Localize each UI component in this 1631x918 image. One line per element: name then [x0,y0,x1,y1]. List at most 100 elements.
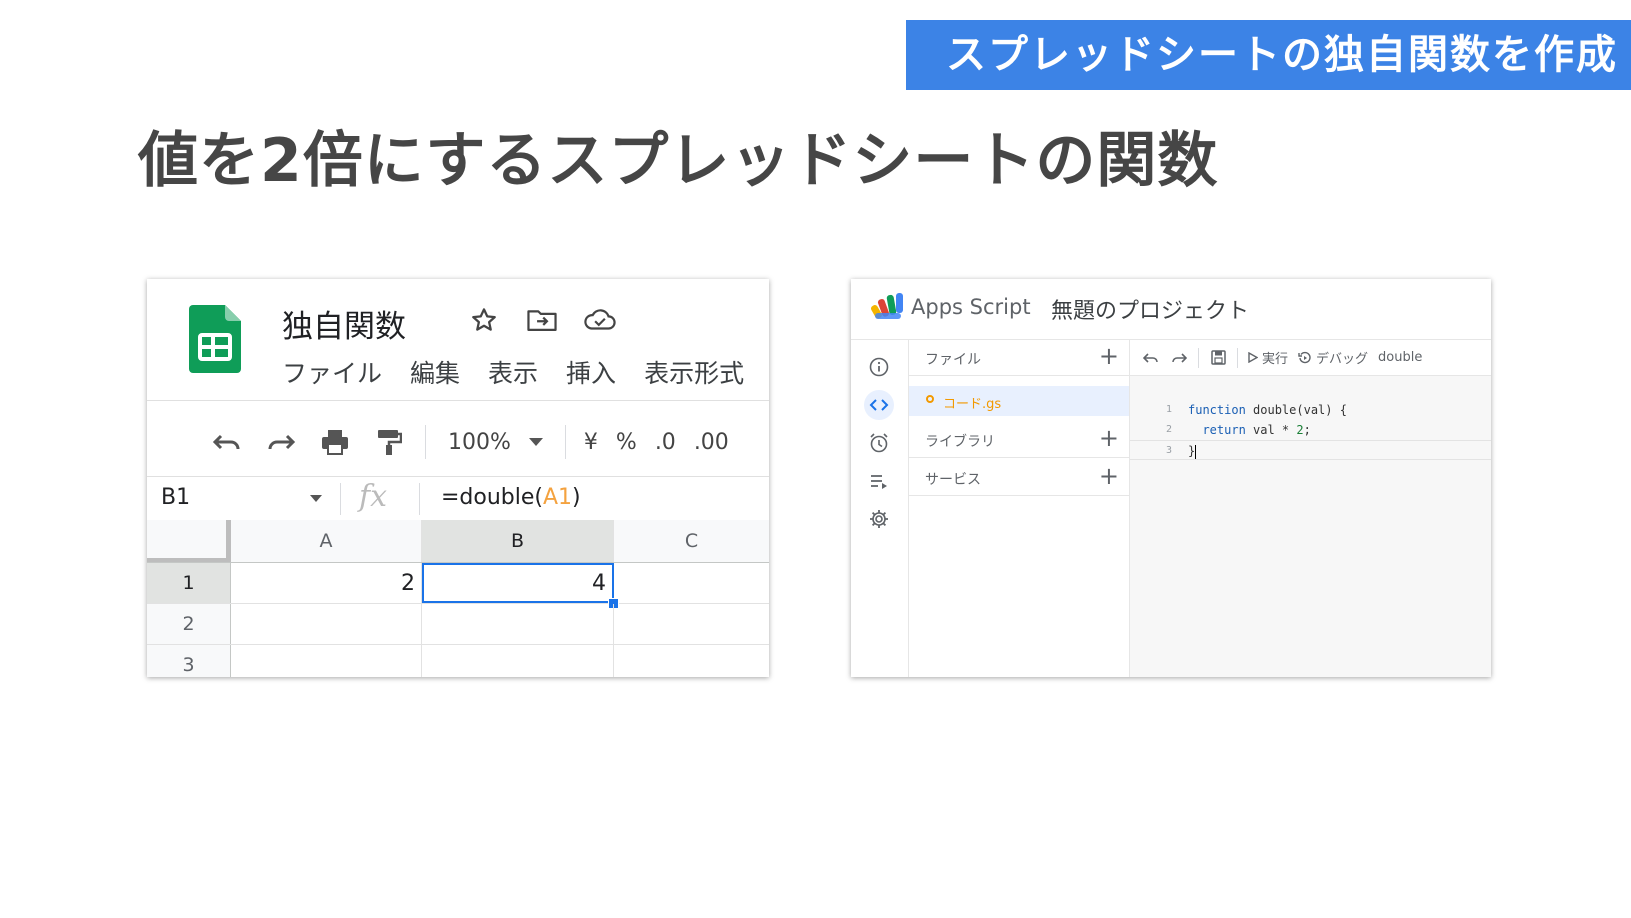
line-number: 1 [1165,404,1172,415]
apps-script-logo-icon[interactable] [870,291,905,321]
menu-item-insert[interactable]: 挿入 [566,354,616,390]
cell-b3[interactable] [422,645,614,677]
formula-divider [340,483,341,515]
undo-icon[interactable] [209,424,245,460]
project-title[interactable]: 無題のプロジェクト [1051,293,1249,325]
formula-text: =double( [441,485,543,510]
code-number: 2 [1296,423,1304,437]
left-rail [851,340,909,677]
row-header-2[interactable]: 2 [147,604,231,644]
menu-item-view[interactable]: 表示 [488,354,538,390]
row-header-1[interactable]: 1 [147,563,231,603]
code-keyword: function [1188,403,1246,417]
cell-b2[interactable] [422,604,614,644]
editor-toolbar: 実行 デバッグ double [1130,340,1491,376]
toolbar-divider [1237,347,1238,368]
file-name: コード.gs [943,397,1002,412]
column-header-a[interactable]: A [231,520,422,562]
code-text: double(val) { [1245,403,1347,417]
add-file-icon[interactable]: + [1099,344,1119,368]
column-header-b[interactable]: B [422,520,614,562]
cell-c1[interactable] [614,563,769,603]
libraries-section-header: ライブラリ + [909,422,1129,458]
redo-icon[interactable] [1170,349,1188,367]
document-title[interactable]: 独自関数 [282,301,406,346]
percent-format-button[interactable]: % [616,430,637,455]
cell-c3[interactable] [614,645,769,677]
cell-c2[interactable] [614,604,769,644]
paint-format-icon[interactable] [371,424,407,460]
undo-icon[interactable] [1142,349,1160,367]
cell-b1[interactable]: 4 [422,563,614,603]
files-section-header: ファイル + [909,340,1129,376]
redo-icon[interactable] [263,424,299,460]
add-library-icon[interactable]: + [1099,426,1119,450]
save-icon[interactable] [1209,349,1227,367]
table-row: 2 [147,604,769,645]
menu-bar: ファイル 編集 表示 挿入 表示形式 [282,354,744,390]
print-icon[interactable] [317,424,353,460]
name-box[interactable]: B1 [161,485,190,510]
cell-a2[interactable] [231,604,422,644]
toolbar-divider [1198,347,1199,368]
star-icon[interactable] [467,303,501,337]
formula-bar: B1 fx =double(A1) [147,477,769,519]
column-header-row: A B C [147,520,769,563]
line-number: 3 [1165,445,1172,456]
debug-label: デバッグ [1316,352,1369,367]
code-text: val * [1245,423,1297,437]
libraries-label: ライブラリ [925,434,995,450]
executions-list-icon[interactable] [864,466,894,496]
cloud-status-icon[interactable] [583,303,617,337]
slide-title: 値を2倍にするスプレッドシートの関数 [138,126,1219,196]
cell-a1[interactable]: 2 [231,563,422,603]
formula-divider [419,483,420,515]
function-select[interactable]: double [1378,350,1422,365]
add-service-icon[interactable]: + [1099,464,1119,488]
apps-script-window: Apps Script 無題のプロジェクト ファイル + コード.gs ライブラ… [851,279,1491,677]
move-to-folder-icon[interactable] [525,303,559,337]
chevron-down-icon [528,438,543,446]
line-number: 2 [1165,424,1172,435]
text-cursor [1195,444,1197,459]
currency-format-button[interactable]: ¥ [584,430,598,455]
formula-text: ) [572,485,581,510]
run-button[interactable]: 実行 [1248,348,1288,367]
fx-icon: fx [359,479,388,514]
row-header-3[interactable]: 3 [147,645,231,677]
code-text: } [1188,444,1196,458]
play-icon [1248,352,1258,363]
table-row: 3 [147,645,769,677]
sheets-logo-icon[interactable] [189,305,241,373]
zoom-select[interactable]: 100% [444,430,547,455]
toolbar-divider [564,425,566,459]
cell-a3[interactable] [231,645,422,677]
run-label: 実行 [1262,352,1289,367]
menu-item-file[interactable]: ファイル [282,354,382,390]
menu-item-edit[interactable]: 編集 [410,354,460,390]
menu-item-format[interactable]: 表示形式 [644,354,744,390]
code-lines: 1 function double(val) { 2 return val * … [1130,400,1491,460]
increase-decimal-button[interactable]: .00 [694,430,729,455]
services-section-header: サービス + [909,460,1129,496]
section-banner: スプレッドシートの独自関数を作成 [906,20,1631,90]
select-all-corner[interactable] [147,520,231,562]
debug-button[interactable]: デバッグ [1298,348,1368,367]
column-header-c[interactable]: C [614,520,769,562]
zoom-value: 100% [448,429,511,455]
code-line: 1 function double(val) { [1130,400,1491,420]
code-editor-icon[interactable] [864,390,894,420]
code-keyword: return [1202,423,1246,437]
info-icon[interactable] [864,352,894,382]
table-row: 1 2 4 [147,563,769,609]
decrease-decimal-button[interactable]: .0 [655,430,676,455]
gear-icon[interactable] [864,504,894,534]
chevron-down-icon[interactable] [310,495,322,502]
file-item-code-gs[interactable]: コード.gs [909,386,1129,416]
alarm-clock-icon[interactable] [864,428,894,458]
code-editor[interactable]: 実行 デバッグ double 1 function double(val) { … [1130,340,1491,677]
formula-input[interactable]: =double(A1) [441,485,581,510]
formula-ref: A1 [543,485,573,510]
apps-script-brand: Apps Script [911,295,1031,319]
sheets-window: 独自関数 ファイル 編集 表示 挿入 表示形式 100% ¥ % .0 .00 … [147,279,769,677]
